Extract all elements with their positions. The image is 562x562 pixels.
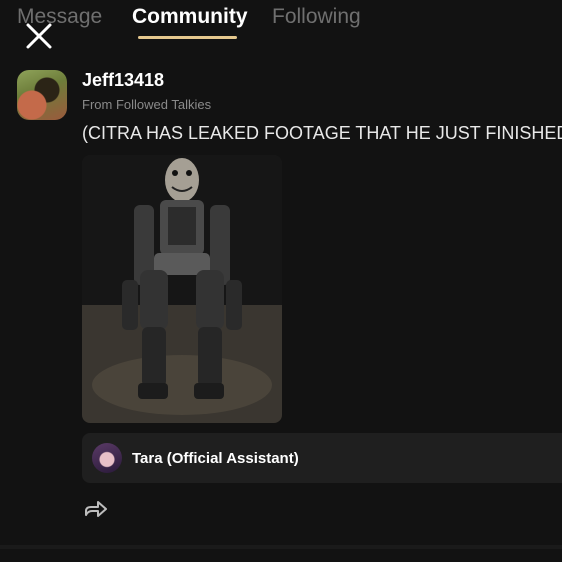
animatronic-photo (82, 155, 282, 423)
tab-community[interactable]: Community (132, 4, 248, 30)
post-divider (0, 545, 562, 549)
close-button[interactable] (22, 19, 56, 53)
share-icon (85, 501, 107, 517)
assistant-bar[interactable]: Tara (Official Assistant) (82, 433, 562, 483)
close-icon (26, 23, 52, 49)
assistant-avatar (92, 443, 122, 473)
assistant-name: Tara (Official Assistant) (132, 449, 299, 467)
author-username[interactable]: Jeff13418 (82, 70, 164, 91)
community-screen: Message Community Following Jeff13418 Fr… (0, 0, 562, 562)
author-avatar[interactable] (17, 70, 67, 120)
post-image[interactable] (82, 155, 282, 423)
post-source: From Followed Talkies (82, 97, 212, 112)
top-tabs: Message Community Following (0, 0, 562, 44)
active-tab-indicator (138, 36, 237, 39)
share-button[interactable] (83, 497, 109, 521)
post-text: (CITRA HAS LEAKED FOOTAGE THAT HE JUST F… (82, 123, 562, 143)
tab-following[interactable]: Following (272, 4, 361, 30)
